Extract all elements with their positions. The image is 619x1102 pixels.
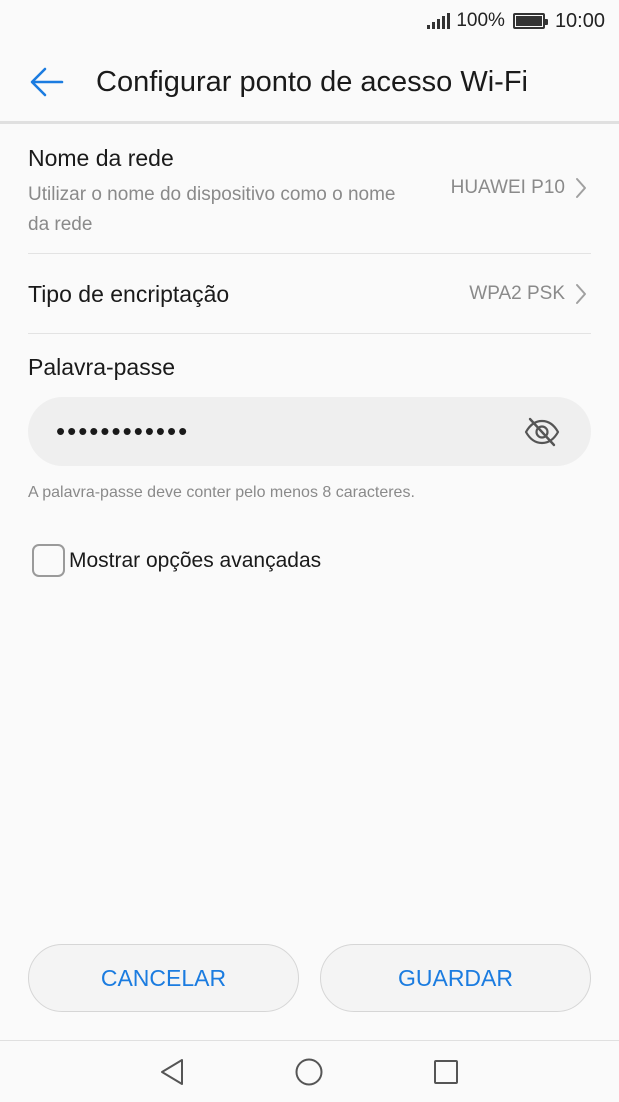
network-name-value-group: HUAWEI P10: [451, 177, 587, 199]
nav-back-button[interactable]: [155, 1055, 189, 1089]
save-button[interactable]: GUARDAR: [320, 944, 591, 1012]
battery-percent: 100%: [456, 10, 505, 31]
status-bar: 100% 10:00: [0, 0, 619, 42]
circle-home-icon: [295, 1058, 323, 1086]
network-name-description: Utilizar o nome do dispositivo como o no…: [28, 184, 396, 235]
clock: 10:00: [554, 9, 605, 32]
encryption-type-label: Tipo de encriptação: [28, 281, 230, 307]
back-button[interactable]: [18, 53, 76, 111]
triangle-back-icon: [161, 1059, 183, 1085]
arrow-left-icon: [30, 67, 64, 97]
navigation-bar: [0, 1040, 619, 1102]
chevron-right-icon: [576, 284, 586, 304]
chevron-right-icon: [576, 178, 586, 198]
password-input[interactable]: [56, 411, 496, 452]
network-name-row[interactable]: Nome da rede Utilizar o nome do disposit…: [28, 124, 591, 254]
network-name-value: HUAWEI P10: [450, 177, 565, 198]
password-field: [28, 397, 591, 466]
eye-off-icon: [524, 417, 560, 447]
page-title: Configurar ponto de acesso Wi-Fi: [96, 65, 528, 98]
encryption-type-row[interactable]: Tipo de encriptação WPA2 PSK: [28, 254, 591, 333]
square-recent-icon: [434, 1060, 458, 1084]
cancel-button[interactable]: CANCELAR: [28, 944, 299, 1012]
signal-icon: [427, 13, 451, 29]
encryption-type-value: WPA2 PSK: [469, 283, 565, 304]
encryption-type-value-group: WPA2 PSK: [469, 283, 587, 305]
nav-recent-apps-button[interactable]: [429, 1055, 463, 1089]
divider: [28, 333, 591, 334]
network-name-label: Nome da rede: [28, 145, 174, 171]
advanced-options-label: Mostrar opções avançadas: [69, 548, 322, 572]
advanced-options-toggle[interactable]: Mostrar opções avançadas: [32, 544, 321, 577]
nav-home-button[interactable]: [292, 1055, 326, 1089]
app-header: Configurar ponto de acesso Wi-Fi: [0, 42, 619, 122]
advanced-options-checkbox[interactable]: [32, 544, 65, 577]
battery-icon: [512, 13, 548, 29]
toggle-password-visibility-button[interactable]: [523, 413, 561, 451]
password-label: Palavra-passe: [28, 354, 176, 380]
password-hint: A palavra-passe deve conter pelo menos 8…: [28, 484, 415, 501]
